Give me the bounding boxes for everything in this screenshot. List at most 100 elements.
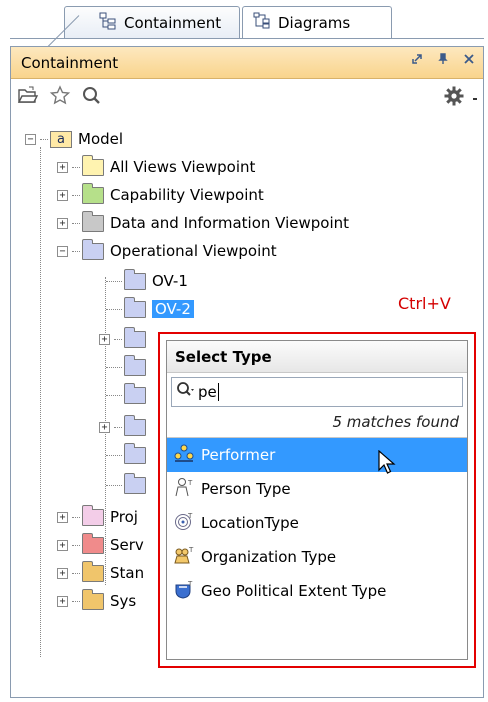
type-options-list: Performer T Person Type T LocationType T…	[167, 437, 467, 608]
diagrams-icon	[253, 12, 271, 34]
text-caret	[217, 383, 219, 401]
location-type-icon: T	[173, 511, 195, 535]
option-label: LocationType	[201, 514, 299, 532]
tree-node[interactable]	[106, 441, 152, 469]
option-label: Performer	[201, 446, 276, 464]
mouse-pointer-icon	[378, 449, 398, 482]
option-label: Organization Type	[201, 548, 337, 566]
diagram-icon	[124, 296, 146, 318]
shortcut-annotation: Ctrl+V	[398, 294, 451, 313]
star-icon[interactable]	[49, 85, 71, 109]
tree-connector	[40, 147, 41, 657]
tree-node-data-and-information-viewpoint[interactable]: + Data and Information Viewpoint	[57, 209, 349, 237]
option-location-type[interactable]: T LocationType	[167, 506, 467, 540]
package-icon	[82, 532, 104, 554]
diagram-icon	[124, 382, 146, 404]
popup-title: Select Type	[167, 341, 467, 373]
expand-toggle[interactable]: +	[57, 217, 68, 229]
package-icon	[82, 182, 104, 204]
geo-political-extent-type-icon: T	[173, 579, 195, 603]
expand-toggle[interactable]: +	[99, 333, 110, 345]
tab-bar: Containment Diagrams	[0, 0, 488, 46]
panel-titlebar: Containment	[11, 47, 483, 79]
diagram-icon	[124, 442, 146, 464]
collapse-toggle[interactable]: −	[25, 133, 36, 145]
tree-node-serv[interactable]: + Serv	[57, 531, 144, 559]
performer-icon	[173, 443, 195, 467]
tree-node[interactable]	[106, 471, 152, 499]
option-organization-type[interactable]: T Organization Type	[167, 540, 467, 574]
tree-node-label: OV-1	[152, 272, 188, 290]
option-person-type[interactable]: T Person Type	[167, 472, 467, 506]
expand-toggle[interactable]: +	[57, 567, 68, 579]
panel-toolbar	[11, 79, 483, 115]
package-icon	[82, 504, 104, 526]
model-icon: a	[50, 130, 72, 148]
panel-title: Containment	[21, 53, 119, 72]
svg-text:T: T	[187, 479, 193, 487]
diagram-icon	[124, 354, 146, 376]
expand-toggle[interactable]: +	[57, 595, 68, 607]
diagram-icon	[124, 268, 146, 290]
collapse-toggle[interactable]: −	[57, 245, 68, 257]
package-icon	[82, 588, 104, 610]
pin-icon[interactable]	[437, 53, 449, 69]
tree-node-proj[interactable]: + Proj	[57, 503, 138, 531]
tab-divider	[10, 38, 484, 39]
option-label: Geo Political Extent Type	[201, 582, 387, 600]
package-icon	[82, 560, 104, 582]
expand-toggle[interactable]: +	[99, 421, 110, 433]
tree-node-label: Model	[78, 130, 124, 148]
search-filter-icon[interactable]	[176, 381, 198, 403]
tree-node-label: All Views Viewpoint	[110, 158, 256, 176]
package-icon	[82, 210, 104, 232]
expand-toggle[interactable]: +	[57, 539, 68, 551]
organization-type-icon: T	[173, 545, 195, 569]
svg-text:T: T	[187, 512, 193, 520]
dropdown-arrow-icon[interactable]	[471, 89, 479, 107]
panel-controls	[411, 53, 475, 69]
svg-text:T: T	[187, 580, 193, 588]
open-folder-icon[interactable]	[17, 85, 39, 109]
package-icon	[82, 154, 104, 176]
expand-toggle[interactable]: +	[57, 189, 68, 201]
expand-toggle[interactable]: +	[57, 161, 68, 173]
option-label: Person Type	[201, 480, 291, 498]
tree-node-ov-2[interactable]: OV-2	[106, 295, 194, 323]
tree-node-label: Operational Viewpoint	[110, 242, 277, 260]
tree-node[interactable]: +	[99, 413, 152, 441]
tree-node-all-views-viewpoint[interactable]: + All Views Viewpoint	[57, 153, 255, 181]
diagram-icon	[124, 414, 146, 436]
search-icon[interactable]	[81, 85, 103, 109]
match-count: 5 matches found	[332, 413, 459, 431]
tree-node-ov-1[interactable]: OV-1	[106, 267, 188, 295]
person-type-icon: T	[173, 477, 195, 501]
close-icon[interactable]	[463, 53, 475, 69]
tree-node-sys[interactable]: + Sys	[57, 587, 136, 615]
svg-text:T: T	[188, 546, 194, 554]
tree-node-capability-viewpoint[interactable]: + Capability Viewpoint	[57, 181, 264, 209]
tab-containment[interactable]: Containment	[64, 6, 240, 38]
gear-icon[interactable]	[443, 85, 465, 111]
package-icon	[82, 238, 104, 260]
option-performer[interactable]: Performer	[167, 438, 467, 472]
tree-node[interactable]	[106, 353, 152, 381]
diagram-icon	[124, 326, 146, 348]
search-value: pe	[198, 383, 217, 401]
tab-containment-label: Containment	[124, 13, 222, 32]
tree-node-label-selected: OV-2	[152, 300, 194, 318]
tree-node-operational-viewpoint[interactable]: − Operational Viewpoint	[57, 237, 277, 265]
tree-node-stan[interactable]: + Stan	[57, 559, 144, 587]
tree-node-label: Data and Information Viewpoint	[110, 214, 350, 232]
toolbar-right	[443, 85, 479, 111]
tree-node[interactable]: +	[99, 325, 152, 353]
tree-node[interactable]	[106, 381, 152, 409]
option-geo-political-extent-type[interactable]: T Geo Political Extent Type	[167, 574, 467, 608]
expand-toggle[interactable]: +	[57, 511, 68, 523]
tab-diagrams[interactable]: Diagrams	[242, 6, 392, 38]
type-search-input[interactable]: pe	[171, 377, 463, 407]
tree-node-model[interactable]: − a Model	[25, 125, 123, 153]
tree-node-label: Capability Viewpoint	[110, 186, 264, 204]
tab-diagrams-label: Diagrams	[278, 13, 351, 32]
restore-icon[interactable]	[411, 53, 423, 69]
